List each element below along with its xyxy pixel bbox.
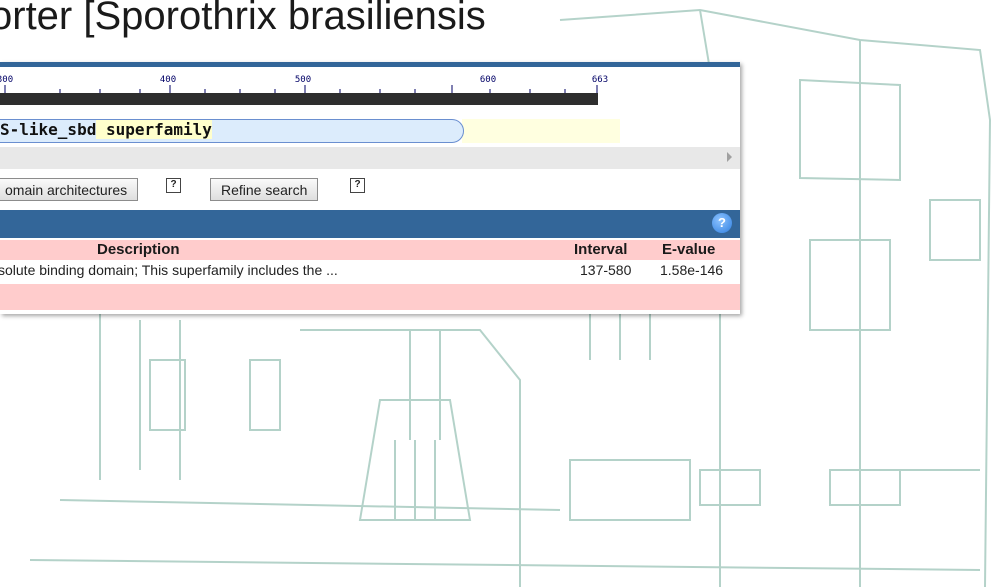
table-footer-bar — [0, 284, 740, 310]
horizontal-scrollbar[interactable] — [0, 147, 740, 169]
row-description: solute binding domain; This superfamily … — [0, 262, 338, 278]
evalue-header: E-value — [662, 241, 716, 258]
ruler-tick-label: 500 — [294, 75, 312, 85]
sequence-ruler — [0, 85, 598, 105]
interval-header: Interval — [574, 241, 628, 258]
row-evalue: 1.58e-146 — [660, 262, 724, 278]
domain-hit-row: S-like_sbd superfamily — [0, 117, 740, 145]
domain-architectures-button[interactable]: omain architectures — [0, 178, 139, 201]
help-icon[interactable]: ? — [350, 178, 365, 193]
help-icon[interactable]: ? — [166, 178, 181, 193]
slide-title: orter [Sporothrix brasiliensis — [0, 0, 486, 38]
ruler-tick-label: 300 — [0, 75, 14, 85]
results-header-bar: ? — [0, 210, 740, 238]
ruler-tick-label: 400 — [159, 75, 177, 85]
domain-hit-tail — [462, 119, 620, 143]
refine-search-button[interactable]: Refine search — [210, 178, 319, 201]
table-column-headers: Description Interval E-value — [0, 240, 740, 260]
scroll-right-icon[interactable] — [727, 152, 732, 162]
table-row[interactable]: solute binding domain; This superfamily … — [0, 261, 740, 281]
ruler-tick-label: 600 — [479, 75, 497, 85]
description-header: Description — [97, 241, 180, 258]
row-interval: 137-580 — [580, 262, 632, 278]
ruler-tick-label: 663 — [591, 75, 609, 85]
domain-hit-label[interactable]: S-like_sbd superfamily — [0, 120, 212, 140]
domain-superfamily: superfamily — [96, 120, 212, 139]
cdd-search-panel: 300 400 500 600 663 S-like_sbd superfami… — [0, 62, 740, 314]
domain-name: S-like_sbd — [0, 120, 97, 139]
help-circle-icon[interactable]: ? — [712, 213, 732, 233]
